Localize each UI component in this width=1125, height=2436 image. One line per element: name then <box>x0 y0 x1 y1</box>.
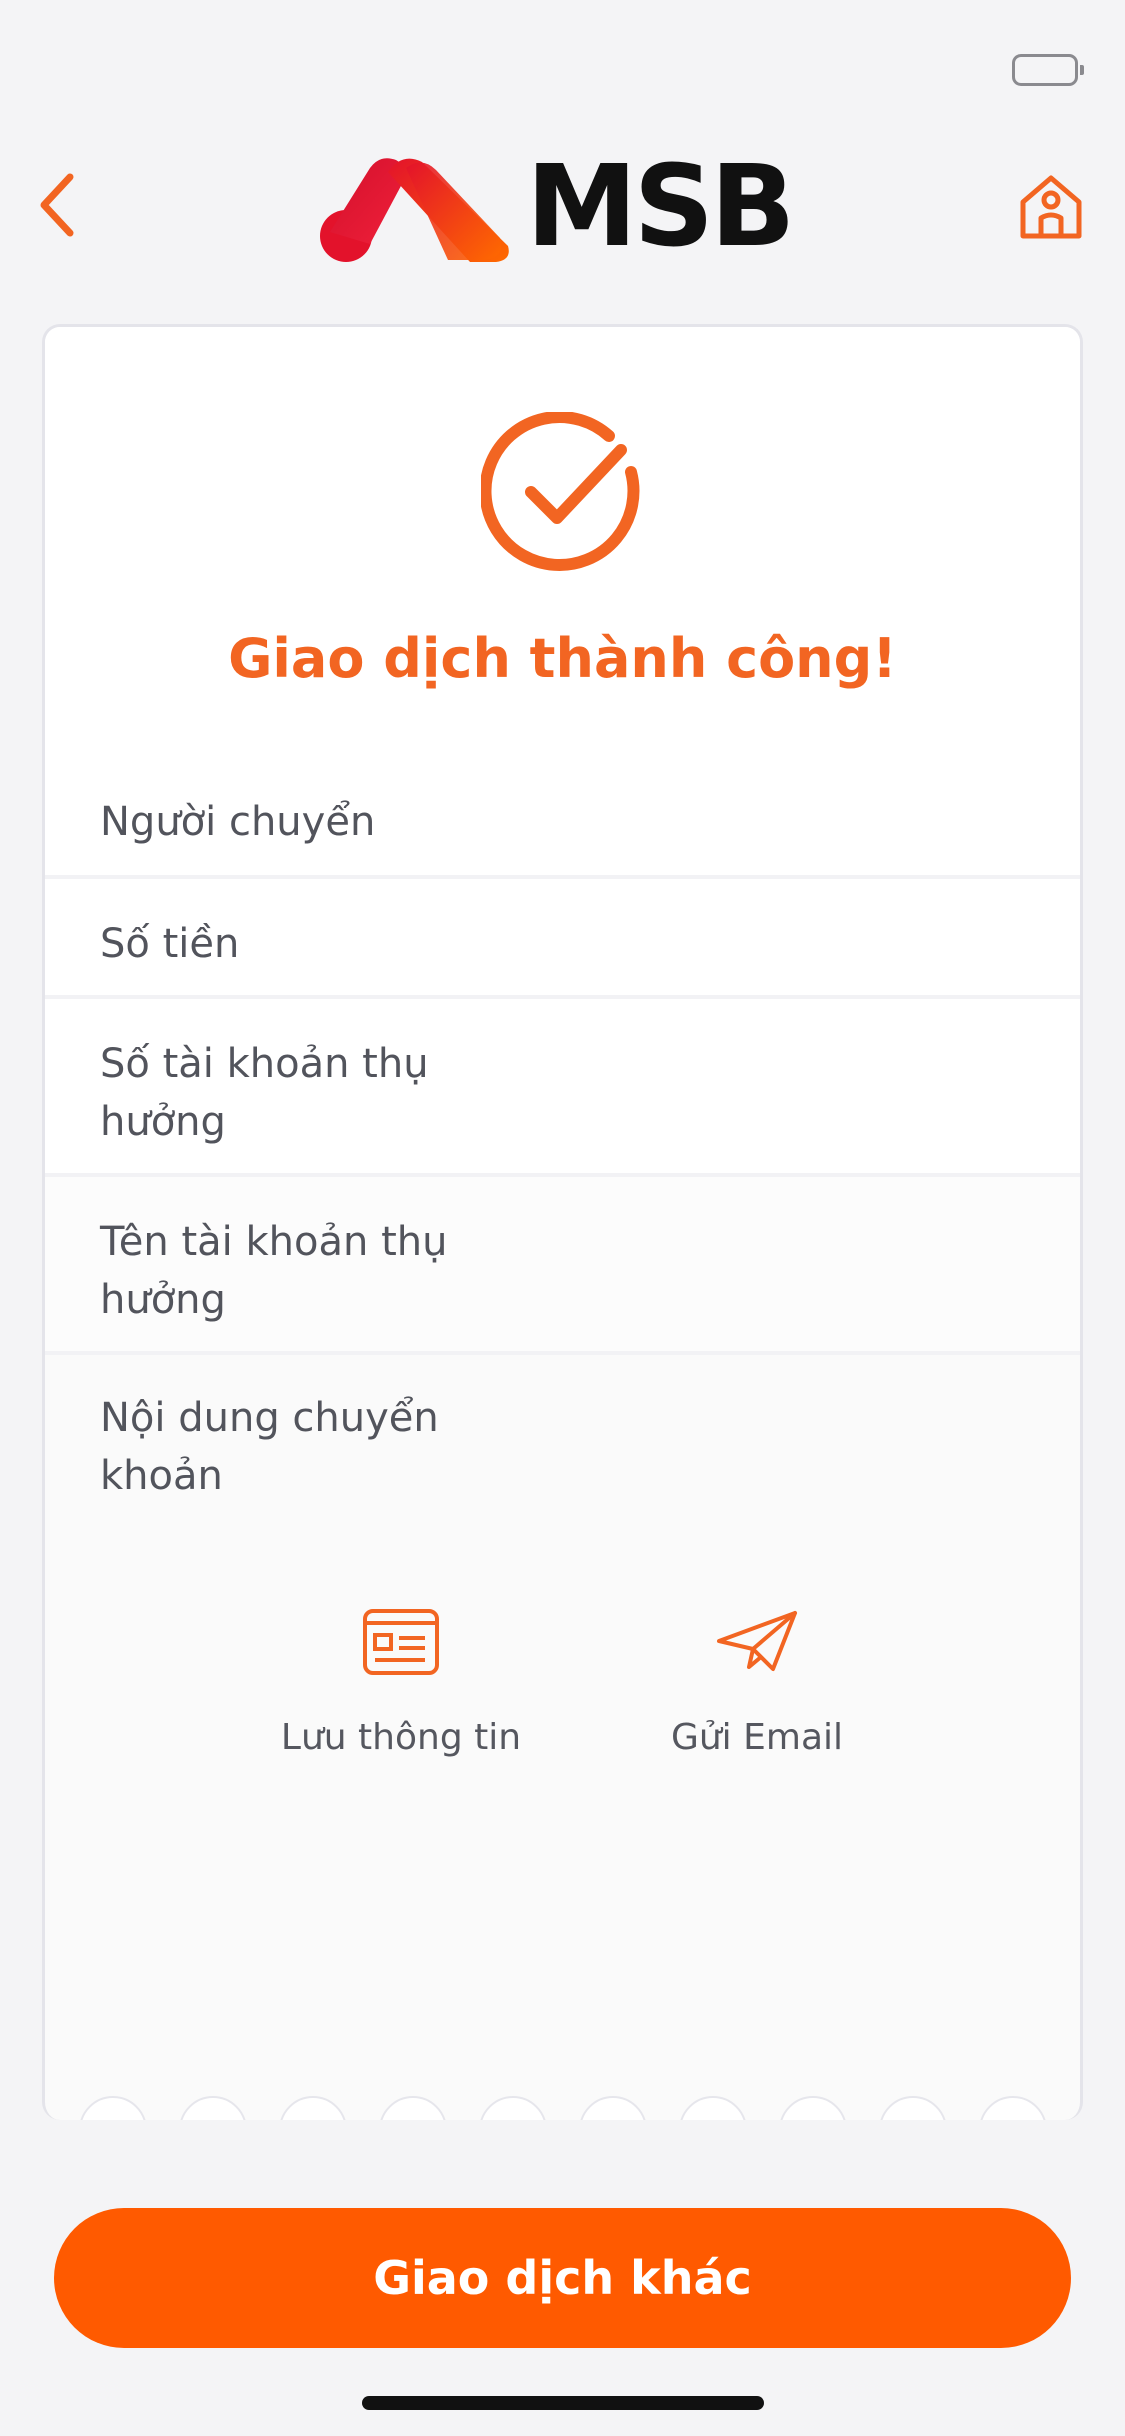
scallop <box>179 2096 247 2120</box>
receipt-actions: Lưu thông tin Gửi Email <box>45 1607 1080 1787</box>
id-card-icon <box>363 1609 439 1675</box>
detail-row-beneficiary-name: Tên tài khoản thụ hưởng <box>45 1177 1080 1355</box>
detail-label: Số tài khoản thụ hưởng <box>100 1041 429 1145</box>
msb-logo: MSB <box>318 142 795 272</box>
transfer-success-screen: MSB Giao dịch thành công! Người chuyển S… <box>0 0 1125 2436</box>
detail-label: Nội dung chuyển khoản <box>100 1395 439 1499</box>
scallop <box>79 2096 147 2120</box>
home-button[interactable] <box>1015 170 1087 242</box>
home-icon <box>1020 175 1082 239</box>
scallop <box>379 2096 447 2120</box>
success-title: Giao dịch thành công! <box>228 627 897 690</box>
header: MSB <box>0 140 1125 270</box>
paper-plane-icon <box>717 1611 797 1671</box>
detail-row-beneficiary-account: Số tài khoản thụ hưởng <box>45 999 1080 1177</box>
detail-row-transfer-content: Nội dung chuyển khoản <box>45 1355 1080 1535</box>
success-check-icon <box>481 412 640 571</box>
detail-label: Số tiền <box>100 921 240 967</box>
send-email-label: Gửi Email <box>670 1717 844 1758</box>
send-email-button[interactable]: Gửi Email <box>607 1607 907 1787</box>
status-bar <box>0 0 1125 140</box>
battery-icon <box>1012 54 1084 86</box>
scallop <box>779 2096 847 2120</box>
msb-logo-mark <box>320 158 509 262</box>
home-indicator <box>362 2396 764 2410</box>
receipt-tear-edge <box>45 2076 1080 2120</box>
receipt-card: Giao dịch thành công! Người chuyển Số ti… <box>42 324 1083 2120</box>
detail-row-sender: Người chuyển <box>45 757 1080 879</box>
chevron-left-icon <box>40 173 74 237</box>
detail-row-amount: Số tiền <box>45 879 1080 999</box>
scallop <box>479 2096 547 2120</box>
scallop <box>579 2096 647 2120</box>
save-info-button[interactable]: Lưu thông tin <box>251 1607 551 1787</box>
scallop <box>879 2096 947 2120</box>
detail-label: Người chuyển <box>100 799 376 845</box>
scallop <box>279 2096 347 2120</box>
back-button[interactable] <box>28 165 88 245</box>
detail-label: Tên tài khoản thụ hưởng <box>100 1219 448 1323</box>
scallop <box>679 2096 747 2120</box>
scallop <box>979 2096 1047 2120</box>
other-transaction-button[interactable]: Giao dịch khác <box>54 2208 1071 2348</box>
msb-logo-text: MSB <box>526 142 795 272</box>
save-info-label: Lưu thông tin <box>280 1717 522 1758</box>
